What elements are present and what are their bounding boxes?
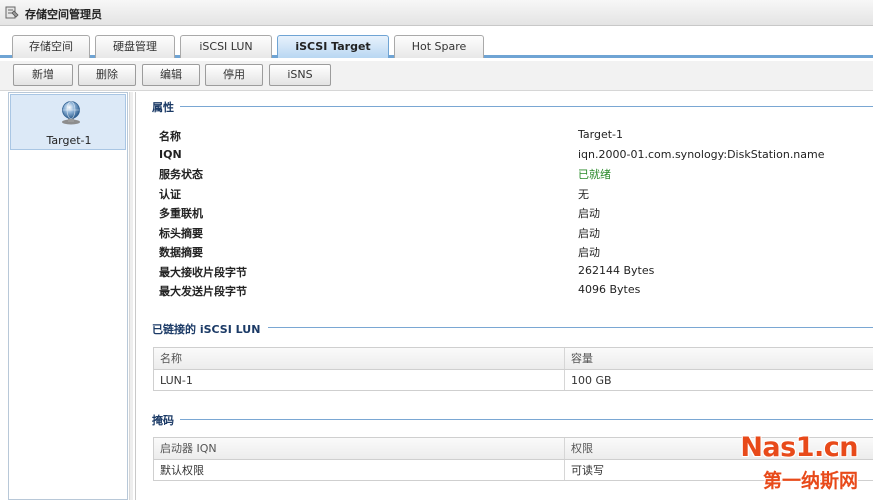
table-cell: 默认权限 — [154, 460, 565, 480]
section-divider — [178, 106, 873, 107]
table-cell: LUN-1 — [154, 370, 565, 390]
property-label: 多重联机 — [159, 207, 203, 220]
property-label: 标头摘要 — [159, 227, 203, 240]
panel-divider — [135, 92, 136, 500]
tab-strip: 存储空间 硬盘管理 iSCSI LUN iSCSI Target Hot Spa… — [0, 27, 873, 58]
section-divider — [268, 327, 873, 328]
panel-splitter[interactable] — [129, 92, 133, 500]
property-value: 启动 — [578, 207, 600, 220]
property-label: 数据摘要 — [159, 246, 203, 259]
target-list-item[interactable]: Target-1 — [10, 94, 126, 150]
storage-manager-icon — [5, 6, 19, 19]
globe-target-icon — [62, 101, 80, 125]
tab-disk-management[interactable]: 硬盘管理 — [95, 35, 175, 58]
delete-button[interactable]: 删除 — [78, 64, 136, 86]
window-title: 存储空间管理员 — [25, 8, 102, 21]
masking-section-title: 掩码 — [152, 412, 180, 428]
target-list: Target-1 — [8, 92, 128, 500]
tab-storage-space[interactable]: 存储空间 — [12, 35, 90, 58]
column-header-name[interactable]: 名称 — [154, 348, 565, 369]
property-value: 启动 — [578, 246, 600, 259]
table-cell: 100 GB — [571, 374, 612, 387]
toolbar: 新增 删除 编辑 停用 iSNS — [0, 61, 873, 91]
property-label: IQN — [159, 148, 182, 161]
linked-luns-section-title: 已链接的 iSCSI LUN — [152, 321, 267, 337]
linked-luns-table: 名称 容量 LUN-1 100 GB — [153, 347, 873, 391]
tab-hot-spare[interactable]: Hot Spare — [394, 35, 484, 58]
property-value: 4096 Bytes — [578, 283, 641, 296]
service-status-value: 已就绪 — [578, 168, 611, 181]
site-watermark: Nas1.cn 第一纳斯网 — [740, 430, 868, 494]
target-name-label: Target-1 — [46, 134, 92, 147]
watermark-sitename: 第一纳斯网 — [762, 470, 858, 492]
property-value: 无 — [578, 188, 589, 201]
property-label: 服务状态 — [159, 168, 203, 181]
property-label: 名称 — [159, 130, 181, 143]
watermark-domain: Nas1.cn — [740, 432, 858, 463]
table-row[interactable]: LUN-1 100 GB — [154, 370, 873, 390]
disable-button[interactable]: 停用 — [205, 64, 263, 86]
property-label: 最大发送片段字节 — [159, 285, 247, 298]
isns-button[interactable]: iSNS — [269, 64, 331, 86]
create-button[interactable]: 新增 — [13, 64, 73, 86]
property-value: 262144 Bytes — [578, 264, 655, 277]
tab-iscsi-lun[interactable]: iSCSI LUN — [180, 35, 272, 58]
tab-iscsi-target[interactable]: iSCSI Target — [277, 35, 389, 58]
property-value: iqn.2000-01.com.synology:DiskStation.nam… — [578, 148, 825, 161]
edit-button[interactable]: 编辑 — [142, 64, 200, 86]
window-titlebar: 存储空间管理员 — [0, 0, 873, 26]
section-divider — [178, 419, 873, 420]
column-header-initiator-iqn[interactable]: 启动器 IQN — [154, 438, 565, 459]
property-value: Target-1 — [578, 128, 623, 141]
property-label: 认证 — [159, 188, 181, 201]
properties-section-title: 属性 — [152, 99, 180, 115]
table-header: 名称 容量 — [154, 348, 873, 370]
property-label: 最大接收片段字节 — [159, 266, 247, 279]
column-header-capacity[interactable]: 容量 — [565, 348, 873, 369]
property-value: 启动 — [578, 227, 600, 240]
